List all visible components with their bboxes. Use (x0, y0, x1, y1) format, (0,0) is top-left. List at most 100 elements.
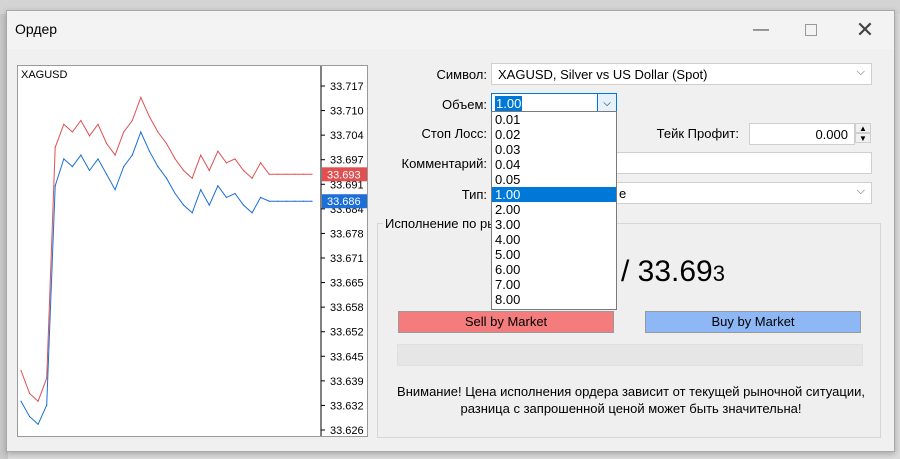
series-point-bid (294, 200, 296, 202)
series-point-ask (97, 123, 99, 125)
volume-option[interactable]: 0.01 (492, 112, 616, 127)
buy-by-market-button[interactable]: Buy by Market (645, 311, 861, 333)
type-value: е (619, 186, 627, 201)
sell-by-market-button[interactable]: Sell by Market (398, 311, 614, 333)
series-point-bid (37, 423, 39, 425)
warning-line-2: разница с запрошенной ценой может быть з… (460, 401, 802, 416)
series-point-ask (285, 173, 287, 175)
y-tick-label: 33.710 (330, 106, 364, 118)
series-point-ask (165, 142, 168, 145)
chevron-down-icon: ⌵ (856, 185, 865, 197)
series-point-bid (277, 200, 279, 202)
y-tick-label: 33.717 (330, 81, 364, 93)
takeprofit-input[interactable]: 0.000 (749, 123, 855, 145)
series-point-ask (208, 169, 210, 172)
volume-option[interactable]: 0.03 (492, 142, 616, 157)
spin-down-icon[interactable]: ▼ (855, 133, 871, 143)
series-point-ask (20, 369, 22, 372)
series-point-bid (114, 189, 116, 191)
series-point-ask (183, 169, 185, 172)
type-select[interactable]: е ⌵ (615, 182, 872, 204)
series-point-bid (123, 166, 125, 168)
series-point-ask (131, 119, 133, 122)
volume-option[interactable]: 0.02 (492, 127, 616, 142)
volume-label: Объем: (441, 97, 487, 112)
volume-option[interactable]: 1.00 (492, 187, 616, 202)
price-chart: 33.717 33.710 33.704 33.697 33.691 33.684 33.6… (17, 65, 368, 437)
series-point-bid (251, 212, 253, 214)
symbol-select[interactable]: XAGUSD, Silver vs US Dollar (Spot) ⌵ (491, 63, 872, 85)
maximize-button[interactable] (789, 15, 833, 45)
takeprofit-label: Тейк Профит: (656, 126, 739, 141)
series-point-bid (148, 150, 150, 152)
y-tick-label: 33.658 (330, 302, 364, 314)
series-point-bid (28, 416, 31, 418)
volume-dropdown-list: 0.01 0.02 0.03 0.04 0.05 1.00 2.00 3.00 4.00 5.00… (491, 111, 617, 310)
y-tick-label: 33.665 (330, 278, 364, 290)
series-point-bid (200, 189, 202, 191)
series-point-ask (54, 146, 56, 148)
series-point-ask (311, 173, 313, 175)
series-point-ask (268, 173, 270, 175)
volume-option[interactable]: 6.00 (492, 262, 616, 277)
series-point-ask (277, 173, 279, 175)
series-point-ask (200, 154, 202, 156)
y-tick-label: 33.652 (330, 327, 364, 339)
warning-line-1: Внимание! Цена исполнения ордера зависит… (397, 384, 865, 399)
series-point-bid (225, 196, 228, 198)
series-point-bid (63, 158, 65, 160)
takeprofit-spinner[interactable]: ▲ ▼ (855, 123, 871, 143)
close-icon: ✕ (855, 17, 875, 42)
series-point-ask (251, 177, 253, 179)
series-point-ask (140, 96, 142, 98)
series-point-ask (242, 169, 245, 172)
series-point-bid (71, 166, 73, 168)
series-point-bid (191, 212, 193, 214)
volume-option[interactable]: 5.00 (492, 247, 616, 262)
type-label: Тип: (461, 187, 487, 202)
series-point-ask (225, 162, 228, 164)
comment-input[interactable] (615, 152, 872, 174)
takeprofit-value: 0.000 (815, 127, 848, 142)
volume-option[interactable]: 4.00 (492, 232, 616, 247)
series-point-bid (97, 158, 99, 160)
series-point-ask (88, 135, 91, 137)
volume-option[interactable]: 0.05 (492, 172, 616, 187)
series-point-bid (242, 204, 245, 206)
series-point-bid (80, 154, 82, 156)
execution-progress-bar (397, 344, 863, 366)
volume-option[interactable]: 8.00 (492, 292, 616, 307)
symbol-label: Символ: (436, 67, 488, 82)
y-tick-label: 33.645 (330, 351, 364, 363)
volume-option[interactable]: 3.00 (492, 217, 616, 232)
stoploss-label: Стоп Лосс: (421, 126, 487, 141)
close-button[interactable]: ✕ (843, 15, 887, 45)
series-point-bid (140, 131, 142, 133)
series-point-bid (105, 173, 108, 175)
volume-option[interactable]: 0.04 (492, 157, 616, 172)
volume-option[interactable]: 2.00 (492, 202, 616, 217)
series-point-bid (311, 200, 313, 202)
volume-option[interactable]: 7.00 (492, 277, 616, 292)
series-point-bid (260, 196, 262, 198)
symbol-value: XAGUSD, Silver vs US Dollar (Spot) (498, 67, 708, 82)
series-point-bid (54, 185, 56, 187)
series-point-bid (234, 192, 236, 195)
spin-up-icon[interactable]: ▲ (855, 123, 871, 133)
series-point-ask (80, 119, 82, 122)
ask-price-tag-label: 33.693 (327, 169, 361, 181)
series-line-bid (20, 130, 312, 426)
series-point-ask (174, 158, 176, 160)
series-point-ask (46, 377, 48, 379)
series-point-ask (148, 116, 150, 118)
price-small-digit: 3 (712, 261, 725, 286)
minimize-button[interactable]: — (739, 15, 783, 45)
series-point-ask (217, 150, 219, 152)
series-point-bid (285, 200, 287, 202)
y-tick-label: 33.697 (330, 155, 364, 167)
series-point-bid (157, 166, 159, 168)
series-point-ask (28, 392, 31, 395)
title-bar: Ордер — ✕ (7, 11, 894, 49)
series-point-ask (37, 400, 39, 402)
y-tick-label: 33.678 (330, 228, 364, 240)
